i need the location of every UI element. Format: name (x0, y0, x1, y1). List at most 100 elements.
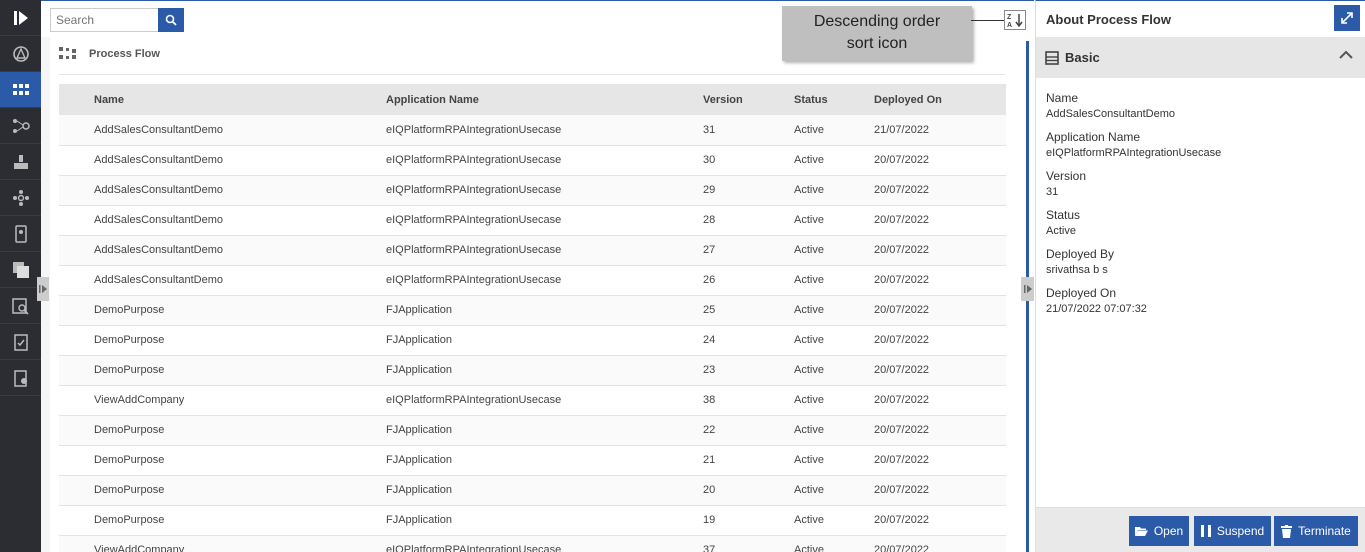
expand-icon (1341, 12, 1353, 24)
table-body: AddSalesConsultantDemo eIQPlatformRPAInte… (59, 115, 1006, 552)
cell-status: Active (794, 184, 824, 196)
open-button[interactable]: Open (1129, 516, 1189, 546)
terminate-button[interactable]: Terminate (1274, 516, 1358, 546)
table-row[interactable]: ViewAddCompany eIQPlatformRPAIntegrationU… (59, 535, 1006, 552)
sort-descending-button[interactable]: Z A (1004, 10, 1026, 30)
table-row[interactable]: DemoPurpose FJApplication 25 Active 20/07/20… (59, 295, 1006, 325)
table-row[interactable]: AddSalesConsultantDemo eIQPlatformRPAInte… (59, 205, 1006, 235)
column-header-version[interactable]: Version (703, 84, 794, 115)
workflow-icon[interactable] (0, 108, 41, 144)
page-title-label: Process Flow (89, 48, 160, 60)
table-row[interactable]: AddSalesConsultantDemo eIQPlatformRPAInte… (59, 145, 1006, 175)
pause-icon (1200, 525, 1211, 537)
column-header-status[interactable]: Status (794, 84, 874, 115)
table-row[interactable]: DemoPurpose FJApplication 22 Active 20/07/20… (59, 415, 1006, 445)
cell-deployed-on: 20/07/2022 (874, 484, 930, 496)
cell-name: AddSalesConsultantDemo (94, 123, 224, 136)
table-row[interactable]: AddSalesConsultantDemo eIQPlatformRPAInte… (59, 235, 1006, 265)
terminate-button-label: Terminate (1298, 524, 1351, 538)
cell-version: 26 (703, 274, 716, 286)
deploy-icon[interactable] (0, 144, 41, 180)
cell-name: DemoPurpose (94, 514, 165, 526)
cell-deployed-on: 20/07/2022 (874, 514, 930, 526)
cell-status: Active (794, 244, 824, 256)
details-panel: About Process Flow Basic Name AddSalesCon… (1035, 0, 1365, 552)
network-icon[interactable] (0, 180, 41, 216)
cell-name: DemoPurpose (94, 364, 165, 376)
cell-status: Active (794, 154, 824, 166)
trash-icon (1281, 524, 1293, 538)
collapse-panel-toggle[interactable] (1021, 277, 1034, 301)
field-value: 21/07/2022 07:07:32 (1046, 303, 1147, 315)
cell-application-name: FJApplication (386, 514, 453, 526)
search-input[interactable] (50, 8, 159, 32)
column-header-deployed-on[interactable]: Deployed On (874, 84, 1006, 115)
cell-deployed-on: 20/07/2022 (874, 424, 930, 436)
process-flow-icon[interactable] (0, 72, 41, 108)
cell-application-name: eIQPlatformRPAIntegrationUsecase (386, 154, 562, 166)
cell-status: Active (794, 214, 824, 226)
table-row[interactable]: DemoPurpose FJApplication 23 Active 20/07/20… (59, 355, 1006, 385)
cell-version: 22 (703, 424, 716, 436)
task-list-icon[interactable] (0, 324, 41, 360)
chevron-up-icon[interactable] (1339, 50, 1353, 60)
table-row[interactable]: DemoPurpose FJApplication 24 Active 20/07/20… (59, 325, 1006, 355)
cell-application-name: eIQPlatformRPAIntegrationUsecase (386, 184, 562, 196)
cell-name: AddSalesConsultantDemo (94, 214, 224, 226)
callout-pointer (971, 20, 1004, 21)
cell-name: DemoPurpose (94, 454, 165, 466)
suspend-button[interactable]: Suspend (1194, 516, 1271, 546)
process-flow-table: Name Application Name Version Status Dep… (59, 84, 1006, 552)
cell-name: AddSalesConsultantDemo (94, 274, 224, 286)
logo-play-icon[interactable] (0, 0, 41, 36)
cell-deployed-on: 20/07/2022 (874, 454, 930, 466)
table-row[interactable]: DemoPurpose FJApplication 21 Active 20/07/20… (59, 445, 1006, 475)
column-header-application-name[interactable]: Application Name (386, 84, 703, 115)
table-row[interactable]: DemoPurpose FJApplication 20 Active 20/07/20… (59, 475, 1006, 505)
table-row[interactable]: DemoPurpose FJApplication 19 Active 20/07/20… (59, 505, 1006, 535)
cell-deployed-on: 20/07/2022 (874, 274, 930, 286)
cell-name: DemoPurpose (94, 304, 165, 316)
search-icon (165, 14, 177, 26)
column-header-name[interactable]: Name (59, 84, 386, 115)
cell-version: 23 (703, 364, 716, 376)
cell-status: Active (794, 544, 824, 552)
table-row[interactable]: AddSalesConsultantDemo eIQPlatformRPAInte… (59, 175, 1006, 205)
cell-deployed-on: 20/07/2022 (874, 244, 930, 256)
cell-version: 37 (703, 544, 716, 552)
cell-version: 29 (703, 184, 716, 196)
panel-actions: Open Suspend Terminate (1036, 507, 1365, 552)
cell-status: Active (794, 123, 824, 136)
cell-status: Active (794, 364, 824, 376)
cell-deployed-on: 20/07/2022 (874, 394, 930, 406)
expand-button[interactable] (1334, 5, 1360, 31)
section-basic-header[interactable]: Basic (1036, 37, 1365, 78)
cell-version: 31 (703, 123, 716, 136)
field-label: Deployed By (1046, 247, 1115, 261)
field-value: eIQPlatformRPAIntegrationUsecase (1046, 147, 1222, 159)
cell-status: Active (794, 304, 824, 316)
annotation-callout: Descending order sort icon (782, 6, 972, 61)
dashboard-icon[interactable] (0, 36, 41, 72)
mobile-config-icon[interactable] (0, 216, 41, 252)
cell-name: AddSalesConsultantDemo (94, 244, 224, 256)
table-row[interactable]: AddSalesConsultantDemo eIQPlatformRPAInte… (59, 115, 1006, 145)
panel-title: About Process Flow (1046, 11, 1171, 27)
suspend-button-label: Suspend (1216, 524, 1265, 538)
search-button[interactable] (158, 8, 184, 32)
audit-icon[interactable] (0, 360, 41, 396)
search-report-icon[interactable] (0, 288, 41, 324)
callout-line2: sort icon (846, 35, 908, 52)
cell-application-name: eIQPlatformRPAIntegrationUsecase (386, 544, 562, 552)
cell-version: 28 (703, 214, 716, 226)
collapse-nav-toggle[interactable] (37, 277, 49, 301)
cell-deployed-on: 20/07/2022 (874, 184, 930, 196)
chevron-right-icon (1023, 285, 1032, 293)
field-label: Status (1046, 208, 1081, 222)
pages-icon[interactable] (0, 252, 41, 288)
cell-deployed-on: 20/07/2022 (874, 304, 930, 316)
table-row[interactable]: ViewAddCompany eIQPlatformRPAIntegrationU… (59, 385, 1006, 415)
table-row[interactable]: AddSalesConsultantDemo eIQPlatformRPAInte… (59, 265, 1006, 295)
cell-application-name: FJApplication (386, 454, 453, 466)
cell-status: Active (794, 424, 824, 436)
